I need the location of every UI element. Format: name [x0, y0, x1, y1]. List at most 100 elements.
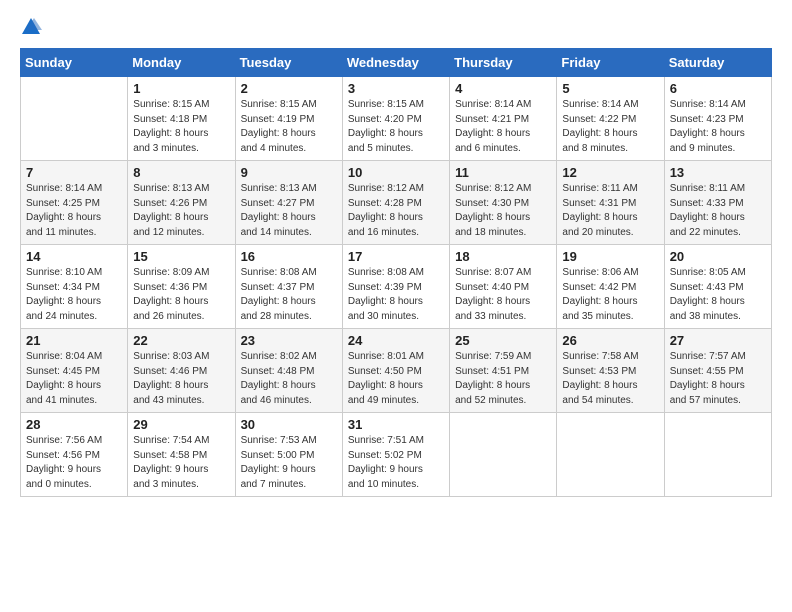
- day-number: 18: [455, 249, 551, 264]
- day-number: 9: [241, 165, 337, 180]
- calendar-cell: [664, 413, 771, 497]
- day-number: 30: [241, 417, 337, 432]
- weekday-header-saturday: Saturday: [664, 49, 771, 77]
- calendar-cell: [21, 77, 128, 161]
- day-number: 24: [348, 333, 444, 348]
- day-number: 11: [455, 165, 551, 180]
- day-number: 8: [133, 165, 229, 180]
- day-info: Sunrise: 7:58 AM Sunset: 4:53 PM Dayligh…: [562, 350, 658, 408]
- calendar-cell: [557, 413, 664, 497]
- week-row-3: 14Sunrise: 8:10 AM Sunset: 4:34 PM Dayli…: [21, 245, 772, 329]
- day-number: 23: [241, 333, 337, 348]
- day-info: Sunrise: 7:53 AM Sunset: 5:00 PM Dayligh…: [241, 434, 337, 492]
- day-info: Sunrise: 7:56 AM Sunset: 4:56 PM Dayligh…: [26, 434, 122, 492]
- day-info: Sunrise: 8:03 AM Sunset: 4:46 PM Dayligh…: [133, 350, 229, 408]
- header-area: [20, 16, 772, 38]
- calendar-cell: 18Sunrise: 8:07 AM Sunset: 4:40 PM Dayli…: [450, 245, 557, 329]
- day-number: 27: [670, 333, 766, 348]
- day-info: Sunrise: 7:51 AM Sunset: 5:02 PM Dayligh…: [348, 434, 444, 492]
- week-row-1: 1 Sunrise: 8:15 AM Sunset: 4:18 PM Daylig…: [21, 77, 772, 161]
- day-info: Sunrise: 8:06 AM Sunset: 4:42 PM Dayligh…: [562, 266, 658, 324]
- weekday-header-monday: Monday: [128, 49, 235, 77]
- calendar-cell: 24 Sunrise: 8:01 AM Sunset: 4:50 PM Dayli…: [342, 329, 449, 413]
- day-info: Sunrise: 8:15 AM Sunset: 4:18 PM Dayligh…: [133, 98, 229, 156]
- day-number: 21: [26, 333, 122, 348]
- calendar-cell: 15 Sunrise: 8:09 AM Sunset: 4:36 PM Dayli…: [128, 245, 235, 329]
- day-info: Sunrise: 8:11 AM Sunset: 4:31 PM Dayligh…: [562, 182, 658, 240]
- day-number: 3: [348, 81, 444, 96]
- day-info: Sunrise: 8:14 AM Sunset: 4:25 PM Dayligh…: [26, 182, 122, 240]
- day-number: 25: [455, 333, 551, 348]
- calendar-cell: 9 Sunrise: 8:13 AM Sunset: 4:27 PM Daylig…: [235, 161, 342, 245]
- logo-icon: [20, 16, 42, 38]
- day-number: 22: [133, 333, 229, 348]
- calendar-cell: 6 Sunrise: 8:14 AM Sunset: 4:23 PM Daylig…: [664, 77, 771, 161]
- calendar-cell: 27 Sunrise: 7:57 AM Sunset: 4:55 PM Dayli…: [664, 329, 771, 413]
- calendar-cell: 21 Sunrise: 8:04 AM Sunset: 4:45 PM Dayli…: [21, 329, 128, 413]
- day-info: Sunrise: 8:04 AM Sunset: 4:45 PM Dayligh…: [26, 350, 122, 408]
- day-info: Sunrise: 7:57 AM Sunset: 4:55 PM Dayligh…: [670, 350, 766, 408]
- calendar-cell: 3Sunrise: 8:15 AM Sunset: 4:20 PM Daylig…: [342, 77, 449, 161]
- calendar-cell: 11 Sunrise: 8:12 AM Sunset: 4:30 PM Dayli…: [450, 161, 557, 245]
- day-number: 12: [562, 165, 658, 180]
- day-number: 5: [562, 81, 658, 96]
- day-number: 28: [26, 417, 122, 432]
- day-number: 26: [562, 333, 658, 348]
- week-row-5: 28 Sunrise: 7:56 AM Sunset: 4:56 PM Dayli…: [21, 413, 772, 497]
- day-info: Sunrise: 8:08 AM Sunset: 4:37 PM Dayligh…: [241, 266, 337, 324]
- calendar-cell: 5 Sunrise: 8:14 AM Sunset: 4:22 PM Daylig…: [557, 77, 664, 161]
- day-number: 17: [348, 249, 444, 264]
- calendar-cell: 16Sunrise: 8:08 AM Sunset: 4:37 PM Dayli…: [235, 245, 342, 329]
- calendar-cell: 8 Sunrise: 8:13 AM Sunset: 4:26 PM Daylig…: [128, 161, 235, 245]
- day-info: Sunrise: 8:12 AM Sunset: 4:30 PM Dayligh…: [455, 182, 551, 240]
- day-number: 2: [241, 81, 337, 96]
- calendar-cell: 10 Sunrise: 8:12 AM Sunset: 4:28 PM Dayli…: [342, 161, 449, 245]
- day-info: Sunrise: 8:05 AM Sunset: 4:43 PM Dayligh…: [670, 266, 766, 324]
- calendar-cell: 12 Sunrise: 8:11 AM Sunset: 4:31 PM Dayli…: [557, 161, 664, 245]
- weekday-header-sunday: Sunday: [21, 49, 128, 77]
- logo: [20, 16, 46, 38]
- day-number: 10: [348, 165, 444, 180]
- weekday-header-tuesday: Tuesday: [235, 49, 342, 77]
- calendar-cell: 26 Sunrise: 7:58 AM Sunset: 4:53 PM Dayli…: [557, 329, 664, 413]
- day-info: Sunrise: 7:59 AM Sunset: 4:51 PM Dayligh…: [455, 350, 551, 408]
- day-number: 15: [133, 249, 229, 264]
- calendar-cell: 23Sunrise: 8:02 AM Sunset: 4:48 PM Dayli…: [235, 329, 342, 413]
- calendar-cell: 1 Sunrise: 8:15 AM Sunset: 4:18 PM Daylig…: [128, 77, 235, 161]
- weekday-header-friday: Friday: [557, 49, 664, 77]
- calendar-cell: 22 Sunrise: 8:03 AM Sunset: 4:46 PM Dayli…: [128, 329, 235, 413]
- day-info: Sunrise: 8:01 AM Sunset: 4:50 PM Dayligh…: [348, 350, 444, 408]
- day-info: Sunrise: 8:14 AM Sunset: 4:21 PM Dayligh…: [455, 98, 551, 156]
- day-info: Sunrise: 8:14 AM Sunset: 4:22 PM Dayligh…: [562, 98, 658, 156]
- day-number: 4: [455, 81, 551, 96]
- calendar-cell: [450, 413, 557, 497]
- calendar-cell: 19Sunrise: 8:06 AM Sunset: 4:42 PM Dayli…: [557, 245, 664, 329]
- day-number: 6: [670, 81, 766, 96]
- day-number: 31: [348, 417, 444, 432]
- calendar-cell: 20 Sunrise: 8:05 AM Sunset: 4:43 PM Dayli…: [664, 245, 771, 329]
- week-row-2: 7 Sunrise: 8:14 AM Sunset: 4:25 PM Daylig…: [21, 161, 772, 245]
- day-info: Sunrise: 8:12 AM Sunset: 4:28 PM Dayligh…: [348, 182, 444, 240]
- day-number: 29: [133, 417, 229, 432]
- calendar-cell: 30 Sunrise: 7:53 AM Sunset: 5:00 PM Dayli…: [235, 413, 342, 497]
- calendar-cell: 4 Sunrise: 8:14 AM Sunset: 4:21 PM Daylig…: [450, 77, 557, 161]
- day-info: Sunrise: 8:13 AM Sunset: 4:26 PM Dayligh…: [133, 182, 229, 240]
- day-info: Sunrise: 8:13 AM Sunset: 4:27 PM Dayligh…: [241, 182, 337, 240]
- day-info: Sunrise: 8:15 AM Sunset: 4:19 PM Dayligh…: [241, 98, 337, 156]
- day-number: 7: [26, 165, 122, 180]
- day-info: Sunrise: 8:09 AM Sunset: 4:36 PM Dayligh…: [133, 266, 229, 324]
- day-info: Sunrise: 7:54 AM Sunset: 4:58 PM Dayligh…: [133, 434, 229, 492]
- day-info: Sunrise: 8:14 AM Sunset: 4:23 PM Dayligh…: [670, 98, 766, 156]
- calendar-cell: 17 Sunrise: 8:08 AM Sunset: 4:39 PM Dayli…: [342, 245, 449, 329]
- day-info: Sunrise: 8:08 AM Sunset: 4:39 PM Dayligh…: [348, 266, 444, 324]
- calendar-cell: 28 Sunrise: 7:56 AM Sunset: 4:56 PM Dayli…: [21, 413, 128, 497]
- calendar-cell: 7 Sunrise: 8:14 AM Sunset: 4:25 PM Daylig…: [21, 161, 128, 245]
- day-info: Sunrise: 8:11 AM Sunset: 4:33 PM Dayligh…: [670, 182, 766, 240]
- weekday-header-thursday: Thursday: [450, 49, 557, 77]
- day-number: 1: [133, 81, 229, 96]
- day-number: 20: [670, 249, 766, 264]
- calendar-cell: 31 Sunrise: 7:51 AM Sunset: 5:02 PM Dayli…: [342, 413, 449, 497]
- calendar-cell: 29 Sunrise: 7:54 AM Sunset: 4:58 PM Dayli…: [128, 413, 235, 497]
- calendar-cell: 14Sunrise: 8:10 AM Sunset: 4:34 PM Dayli…: [21, 245, 128, 329]
- weekday-header-wednesday: Wednesday: [342, 49, 449, 77]
